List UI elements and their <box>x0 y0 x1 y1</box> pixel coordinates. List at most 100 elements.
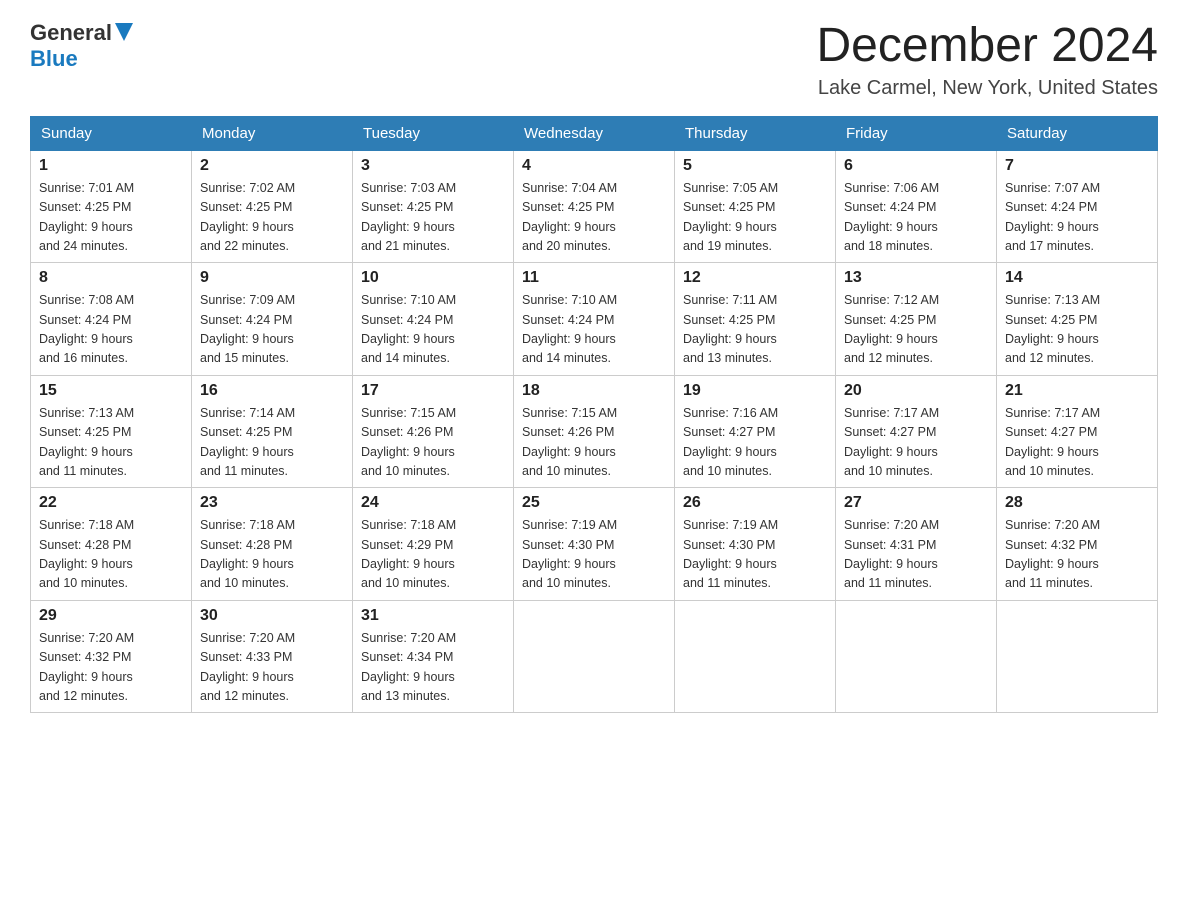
calendar-cell: 13 Sunrise: 7:12 AM Sunset: 4:25 PM Dayl… <box>836 263 997 376</box>
calendar-cell: 8 Sunrise: 7:08 AM Sunset: 4:24 PM Dayli… <box>31 263 192 376</box>
day-number: 29 <box>39 607 183 625</box>
calendar-week-row: 22 Sunrise: 7:18 AM Sunset: 4:28 PM Dayl… <box>31 488 1158 601</box>
day-number: 18 <box>522 382 666 400</box>
day-info: Sunrise: 7:04 AM Sunset: 4:25 PM Dayligh… <box>522 179 666 257</box>
calendar-week-row: 15 Sunrise: 7:13 AM Sunset: 4:25 PM Dayl… <box>31 375 1158 488</box>
day-number: 15 <box>39 382 183 400</box>
calendar-cell: 9 Sunrise: 7:09 AM Sunset: 4:24 PM Dayli… <box>192 263 353 376</box>
weekday-header-thursday: Thursday <box>675 116 836 150</box>
day-number: 3 <box>361 157 505 175</box>
day-info: Sunrise: 7:15 AM Sunset: 4:26 PM Dayligh… <box>361 404 505 482</box>
day-number: 22 <box>39 494 183 512</box>
day-number: 1 <box>39 157 183 175</box>
calendar-cell: 17 Sunrise: 7:15 AM Sunset: 4:26 PM Dayl… <box>353 375 514 488</box>
day-number: 11 <box>522 269 666 287</box>
calendar-cell: 5 Sunrise: 7:05 AM Sunset: 4:25 PM Dayli… <box>675 150 836 263</box>
day-number: 26 <box>683 494 827 512</box>
calendar-cell: 23 Sunrise: 7:18 AM Sunset: 4:28 PM Dayl… <box>192 488 353 601</box>
day-number: 28 <box>1005 494 1149 512</box>
calendar-week-row: 29 Sunrise: 7:20 AM Sunset: 4:32 PM Dayl… <box>31 600 1158 713</box>
day-number: 14 <box>1005 269 1149 287</box>
calendar-cell <box>997 600 1158 713</box>
day-info: Sunrise: 7:12 AM Sunset: 4:25 PM Dayligh… <box>844 291 988 369</box>
day-info: Sunrise: 7:14 AM Sunset: 4:25 PM Dayligh… <box>200 404 344 482</box>
calendar-cell: 1 Sunrise: 7:01 AM Sunset: 4:25 PM Dayli… <box>31 150 192 263</box>
calendar-cell: 30 Sunrise: 7:20 AM Sunset: 4:33 PM Dayl… <box>192 600 353 713</box>
day-info: Sunrise: 7:10 AM Sunset: 4:24 PM Dayligh… <box>361 291 505 369</box>
day-info: Sunrise: 7:18 AM Sunset: 4:29 PM Dayligh… <box>361 516 505 594</box>
calendar-table: SundayMondayTuesdayWednesdayThursdayFrid… <box>30 116 1158 714</box>
day-number: 16 <box>200 382 344 400</box>
weekday-header-tuesday: Tuesday <box>353 116 514 150</box>
location-title: Lake Carmel, New York, United States <box>816 77 1158 100</box>
day-number: 25 <box>522 494 666 512</box>
day-info: Sunrise: 7:13 AM Sunset: 4:25 PM Dayligh… <box>1005 291 1149 369</box>
calendar-cell: 27 Sunrise: 7:20 AM Sunset: 4:31 PM Dayl… <box>836 488 997 601</box>
day-info: Sunrise: 7:11 AM Sunset: 4:25 PM Dayligh… <box>683 291 827 369</box>
day-info: Sunrise: 7:03 AM Sunset: 4:25 PM Dayligh… <box>361 179 505 257</box>
calendar-cell <box>514 600 675 713</box>
calendar-cell: 7 Sunrise: 7:07 AM Sunset: 4:24 PM Dayli… <box>997 150 1158 263</box>
day-number: 8 <box>39 269 183 287</box>
calendar-cell <box>675 600 836 713</box>
calendar-cell: 15 Sunrise: 7:13 AM Sunset: 4:25 PM Dayl… <box>31 375 192 488</box>
day-info: Sunrise: 7:10 AM Sunset: 4:24 PM Dayligh… <box>522 291 666 369</box>
day-info: Sunrise: 7:20 AM Sunset: 4:31 PM Dayligh… <box>844 516 988 594</box>
day-info: Sunrise: 7:20 AM Sunset: 4:32 PM Dayligh… <box>39 629 183 707</box>
calendar-cell: 21 Sunrise: 7:17 AM Sunset: 4:27 PM Dayl… <box>997 375 1158 488</box>
calendar-cell: 6 Sunrise: 7:06 AM Sunset: 4:24 PM Dayli… <box>836 150 997 263</box>
day-number: 27 <box>844 494 988 512</box>
day-info: Sunrise: 7:20 AM Sunset: 4:32 PM Dayligh… <box>1005 516 1149 594</box>
day-info: Sunrise: 7:18 AM Sunset: 4:28 PM Dayligh… <box>39 516 183 594</box>
day-number: 21 <box>1005 382 1149 400</box>
calendar-cell: 25 Sunrise: 7:19 AM Sunset: 4:30 PM Dayl… <box>514 488 675 601</box>
calendar-cell: 11 Sunrise: 7:10 AM Sunset: 4:24 PM Dayl… <box>514 263 675 376</box>
weekday-header-sunday: Sunday <box>31 116 192 150</box>
calendar-cell: 16 Sunrise: 7:14 AM Sunset: 4:25 PM Dayl… <box>192 375 353 488</box>
calendar-cell: 12 Sunrise: 7:11 AM Sunset: 4:25 PM Dayl… <box>675 263 836 376</box>
day-info: Sunrise: 7:09 AM Sunset: 4:24 PM Dayligh… <box>200 291 344 369</box>
day-number: 13 <box>844 269 988 287</box>
day-number: 30 <box>200 607 344 625</box>
day-info: Sunrise: 7:19 AM Sunset: 4:30 PM Dayligh… <box>522 516 666 594</box>
day-number: 17 <box>361 382 505 400</box>
calendar-cell <box>836 600 997 713</box>
weekday-header-friday: Friday <box>836 116 997 150</box>
calendar-week-row: 8 Sunrise: 7:08 AM Sunset: 4:24 PM Dayli… <box>31 263 1158 376</box>
calendar-week-row: 1 Sunrise: 7:01 AM Sunset: 4:25 PM Dayli… <box>31 150 1158 263</box>
logo-general-text: General <box>30 20 112 46</box>
calendar-cell: 26 Sunrise: 7:19 AM Sunset: 4:30 PM Dayl… <box>675 488 836 601</box>
day-info: Sunrise: 7:17 AM Sunset: 4:27 PM Dayligh… <box>844 404 988 482</box>
month-title: December 2024 <box>816 20 1158 73</box>
day-number: 31 <box>361 607 505 625</box>
calendar-cell: 31 Sunrise: 7:20 AM Sunset: 4:34 PM Dayl… <box>353 600 514 713</box>
day-number: 9 <box>200 269 344 287</box>
calendar-cell: 29 Sunrise: 7:20 AM Sunset: 4:32 PM Dayl… <box>31 600 192 713</box>
day-number: 23 <box>200 494 344 512</box>
calendar-cell: 19 Sunrise: 7:16 AM Sunset: 4:27 PM Dayl… <box>675 375 836 488</box>
day-info: Sunrise: 7:15 AM Sunset: 4:26 PM Dayligh… <box>522 404 666 482</box>
calendar-cell: 22 Sunrise: 7:18 AM Sunset: 4:28 PM Dayl… <box>31 488 192 601</box>
weekday-header-monday: Monday <box>192 116 353 150</box>
day-number: 6 <box>844 157 988 175</box>
day-info: Sunrise: 7:19 AM Sunset: 4:30 PM Dayligh… <box>683 516 827 594</box>
page-header: General Blue December 2024 Lake Carmel, … <box>30 20 1158 100</box>
day-info: Sunrise: 7:08 AM Sunset: 4:24 PM Dayligh… <box>39 291 183 369</box>
weekday-header-saturday: Saturday <box>997 116 1158 150</box>
calendar-cell: 2 Sunrise: 7:02 AM Sunset: 4:25 PM Dayli… <box>192 150 353 263</box>
calendar-cell: 3 Sunrise: 7:03 AM Sunset: 4:25 PM Dayli… <box>353 150 514 263</box>
logo-blue-text: Blue <box>30 46 78 71</box>
day-number: 4 <box>522 157 666 175</box>
day-info: Sunrise: 7:06 AM Sunset: 4:24 PM Dayligh… <box>844 179 988 257</box>
day-info: Sunrise: 7:20 AM Sunset: 4:33 PM Dayligh… <box>200 629 344 707</box>
day-info: Sunrise: 7:05 AM Sunset: 4:25 PM Dayligh… <box>683 179 827 257</box>
day-number: 5 <box>683 157 827 175</box>
calendar-cell: 14 Sunrise: 7:13 AM Sunset: 4:25 PM Dayl… <box>997 263 1158 376</box>
day-info: Sunrise: 7:20 AM Sunset: 4:34 PM Dayligh… <box>361 629 505 707</box>
day-number: 24 <box>361 494 505 512</box>
day-number: 20 <box>844 382 988 400</box>
logo-icon <box>115 23 133 46</box>
calendar-cell: 28 Sunrise: 7:20 AM Sunset: 4:32 PM Dayl… <box>997 488 1158 601</box>
weekday-header-wednesday: Wednesday <box>514 116 675 150</box>
title-block: December 2024 Lake Carmel, New York, Uni… <box>816 20 1158 100</box>
